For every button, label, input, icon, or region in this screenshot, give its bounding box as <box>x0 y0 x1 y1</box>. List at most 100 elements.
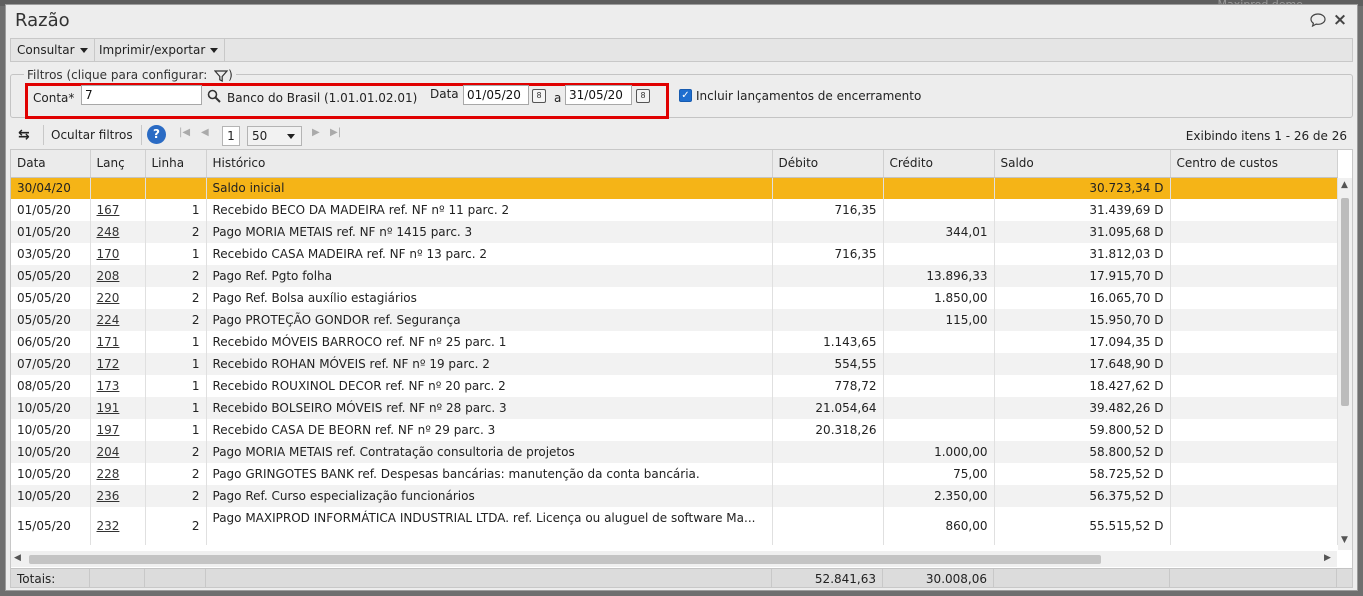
table-row[interactable]: 10/05/20 197 1 Recebido CASA DE BEORN ref. … <box>11 419 1338 441</box>
cell-lanc: 172 <box>90 353 146 375</box>
table-row[interactable]: 10/05/20 236 2 Pago Ref. Curso especializaç… <box>11 485 1338 507</box>
scroll-left-icon[interactable]: ◀ <box>14 553 21 563</box>
refresh-icon[interactable]: ⇆ <box>18 124 30 146</box>
lanc-link[interactable]: 248 <box>97 225 120 239</box>
table-row[interactable]: 07/05/20 172 1 Recebido ROHAN MÓVEIS ref. N… <box>11 353 1338 375</box>
col-lanc[interactable]: Lanç <box>90 150 146 178</box>
search-icon[interactable] <box>207 89 221 103</box>
incluir-label[interactable]: Incluir lançamentos de encerramento <box>696 89 921 103</box>
col-linha[interactable]: Linha <box>145 150 207 178</box>
lanc-link[interactable]: 236 <box>97 489 120 503</box>
cell-historico: Pago GRINGOTES BANK ref. Despesas bancár… <box>206 463 773 485</box>
prev-page-icon[interactable]: ◀ <box>201 127 209 138</box>
cell-credito <box>883 353 995 375</box>
cell-historico: Recebido MÓVEIS BARROCO ref. NF nº 25 pa… <box>206 331 773 353</box>
col-credito[interactable]: Crédito <box>883 150 995 178</box>
col-data[interactable]: Data <box>11 150 91 178</box>
table-row[interactable]: 10/05/20 228 2 Pago GRINGOTES BANK ref. Des… <box>11 463 1338 485</box>
cell-centro <box>1170 243 1338 265</box>
ocultar-filtros-button[interactable]: Ocultar filtros <box>51 124 133 146</box>
lanc-link[interactable]: 204 <box>97 445 120 459</box>
cell-centro <box>1170 463 1338 485</box>
lanc-link[interactable]: 172 <box>97 357 120 371</box>
grid-toolbar: ⇆ Ocultar filtros ? |◀ ◀ 1 50 ▶ ▶| Exibi… <box>10 121 1353 149</box>
col-historico[interactable]: Histórico <box>206 150 773 178</box>
date-range-separator: a <box>554 91 562 105</box>
lanc-link[interactable]: 228 <box>97 467 120 481</box>
page-size-select[interactable]: 50 <box>247 126 302 146</box>
col-centro-custos[interactable]: Centro de custos <box>1170 150 1338 178</box>
cell-saldo: 17.648,90 D <box>994 353 1171 375</box>
vertical-scrollbar[interactable]: ▲ ▼ <box>1338 178 1352 550</box>
calendar-icon[interactable]: 8 <box>636 89 650 103</box>
page-number[interactable]: 1 <box>222 126 240 146</box>
lanc-link[interactable]: 171 <box>97 335 120 349</box>
cell-debito <box>772 287 884 309</box>
table-row[interactable]: 01/05/20 167 1 Recebido BECO DA MADEIRA ref… <box>11 199 1338 221</box>
cell-debito <box>772 485 884 507</box>
window-title: Razão <box>15 10 70 31</box>
next-page-icon[interactable]: ▶ <box>312 127 320 138</box>
table-row[interactable]: 30/04/20 Saldo inicial 30.723,34 D <box>11 177 1338 199</box>
table-row[interactable]: 03/05/20 170 1 Recebido CASA MADEIRA ref. N… <box>11 243 1338 265</box>
col-saldo[interactable]: Saldo <box>994 150 1171 178</box>
cell-data: 10/05/20 <box>11 441 91 463</box>
table-row[interactable]: 10/05/20 191 1 Recebido BOLSEIRO MÓVEIS ref… <box>11 397 1338 419</box>
last-page-icon[interactable]: ▶| <box>330 127 341 138</box>
table-row[interactable]: 15/05/20 232 2 Pago MAXIPROD INFORMÁTICA IN… <box>11 507 1338 545</box>
table-row[interactable]: 08/05/20 173 1 Recebido ROUXINOL DECOR ref.… <box>11 375 1338 397</box>
calendar-icon[interactable]: 8 <box>532 89 546 103</box>
cell-saldo: 58.725,52 D <box>994 463 1171 485</box>
conta-input[interactable]: 7 <box>81 85 202 105</box>
cell-linha: 2 <box>145 265 207 287</box>
totals-spacer <box>145 569 206 587</box>
table-row[interactable]: 06/05/20 171 1 Recebido MÓVEIS BARROCO ref.… <box>11 331 1338 353</box>
cell-saldo: 56.375,52 D <box>994 485 1171 507</box>
chat-icon[interactable] <box>1310 12 1326 28</box>
cell-historico: Pago MORIA METAIS ref. NF nº 1415 parc. … <box>206 221 773 243</box>
cell-credito <box>883 177 995 199</box>
scroll-down-icon[interactable]: ▼ <box>1341 535 1348 545</box>
cell-lanc: 173 <box>90 375 146 397</box>
conta-label: Conta* <box>33 91 75 105</box>
data-from-input[interactable]: 01/05/20 <box>463 85 529 105</box>
cell-data: 10/05/20 <box>11 397 91 419</box>
horizontal-scroll-thumb[interactable] <box>29 555 1101 564</box>
close-icon[interactable]: × <box>1332 10 1348 30</box>
cell-credito: 13.896,33 <box>883 265 995 287</box>
cell-centro <box>1170 199 1338 221</box>
lanc-link[interactable]: 170 <box>97 247 120 261</box>
lanc-link[interactable]: 220 <box>97 291 120 305</box>
help-icon[interactable]: ? <box>147 125 166 144</box>
vertical-scroll-thumb[interactable] <box>1341 198 1349 406</box>
scroll-right-icon[interactable]: ▶ <box>1324 553 1331 563</box>
lanc-link[interactable]: 208 <box>97 269 120 283</box>
lanc-link[interactable]: 232 <box>97 519 120 533</box>
lanc-link[interactable]: 167 <box>97 203 120 217</box>
cell-debito <box>772 309 884 331</box>
imprimir-exportar-menu[interactable]: Imprimir/exportar <box>93 39 226 61</box>
consultar-menu[interactable]: Consultar <box>11 39 95 61</box>
scroll-up-icon[interactable]: ▲ <box>1341 180 1348 190</box>
table-row[interactable]: 05/05/20 208 2 Pago Ref. Pgto folha 13.896,3… <box>11 265 1338 287</box>
table-row[interactable]: 10/05/20 204 2 Pago MORIA METAIS ref. Contr… <box>11 441 1338 463</box>
lanc-link[interactable]: 197 <box>97 423 120 437</box>
col-debito[interactable]: Débito <box>772 150 884 178</box>
table-row[interactable]: 05/05/20 220 2 Pago Ref. Bolsa auxílio esta… <box>11 287 1338 309</box>
table-row[interactable]: 01/05/20 248 2 Pago MORIA METAIS ref. NF nº… <box>11 221 1338 243</box>
filters-legend[interactable]: Filtros (clique para configurar: ) <box>24 68 236 82</box>
lanc-link[interactable]: 224 <box>97 313 120 327</box>
horizontal-scrollbar[interactable]: ◀ ▶ <box>11 551 1337 567</box>
cell-data: 07/05/20 <box>11 353 91 375</box>
table-row[interactable]: 05/05/20 224 2 Pago PROTEÇÃO GONDOR ref. Se… <box>11 309 1338 331</box>
cell-data: 01/05/20 <box>11 199 91 221</box>
cell-saldo: 17.094,35 D <box>994 331 1171 353</box>
data-to-input[interactable]: 31/05/20 <box>565 85 632 105</box>
incluir-checkbox[interactable]: ✓ <box>679 89 692 102</box>
first-page-icon[interactable]: |◀ <box>179 127 190 138</box>
cell-linha <box>145 177 207 199</box>
lanc-link[interactable]: 173 <box>97 379 120 393</box>
lanc-link[interactable]: 191 <box>97 401 120 415</box>
cell-saldo: 16.065,70 D <box>994 287 1171 309</box>
cell-lanc: 197 <box>90 419 146 441</box>
